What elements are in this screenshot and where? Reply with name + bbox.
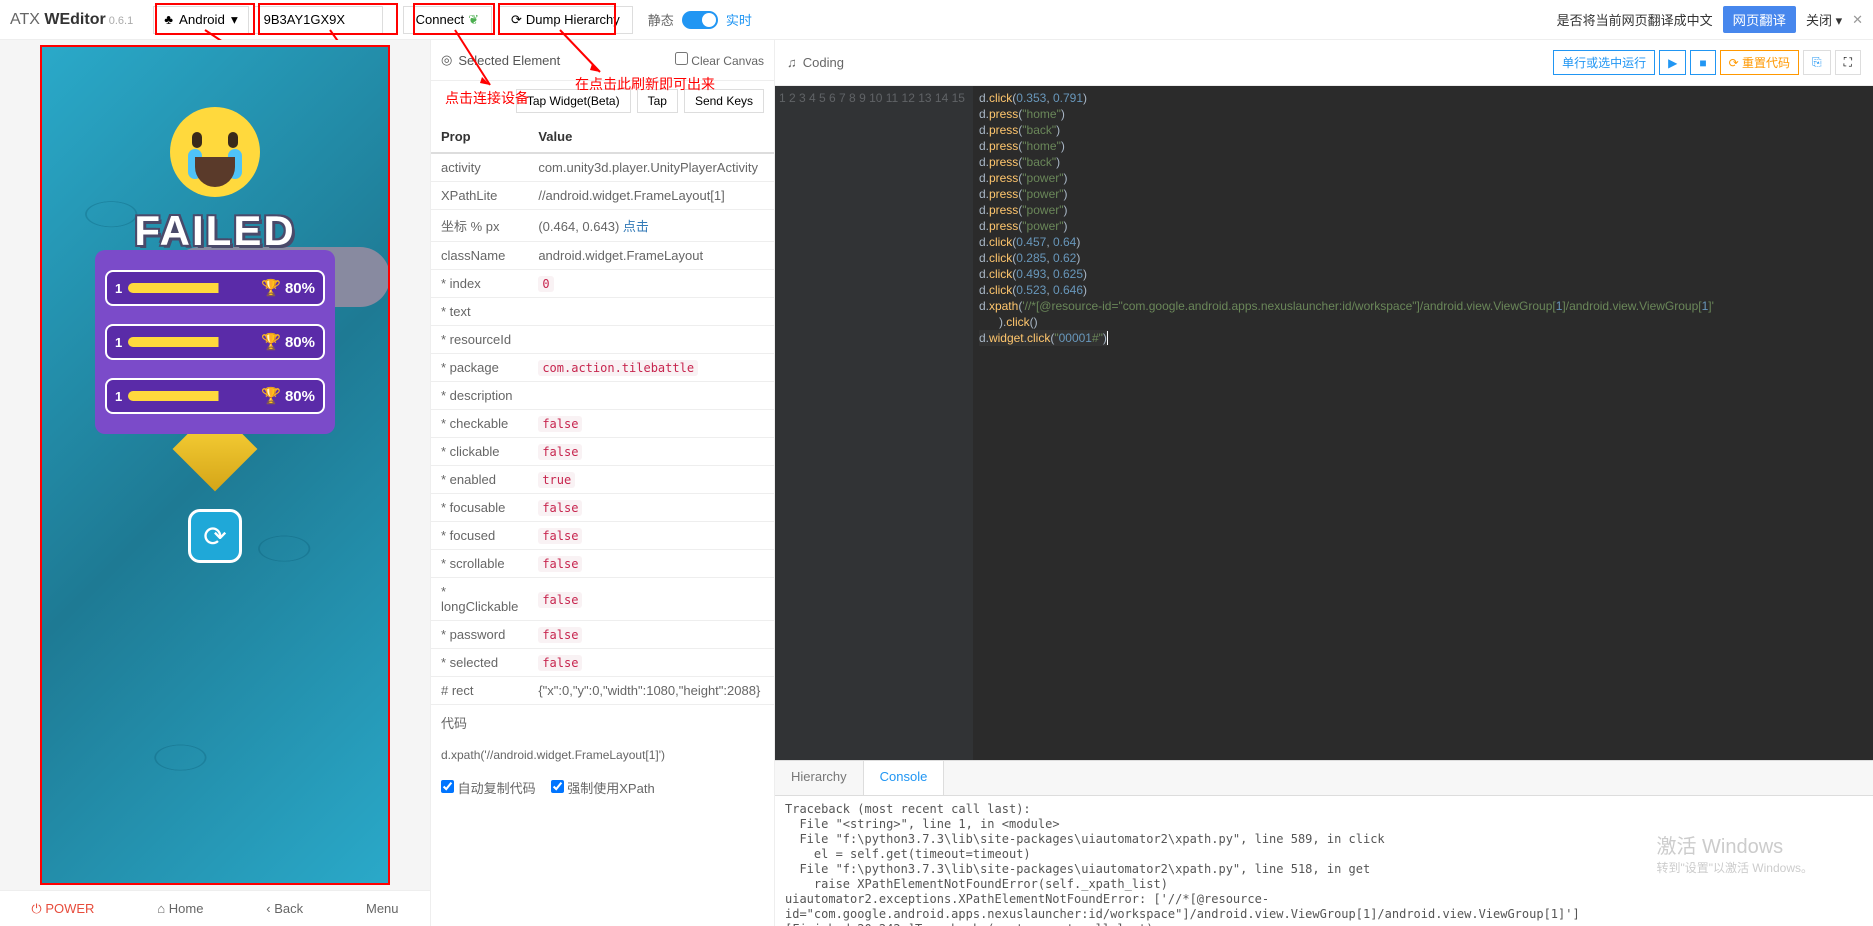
platform-dropdown[interactable]: ♣ Android ▾ — [153, 6, 248, 34]
table-row: * selectedfalse — [431, 649, 774, 677]
trophy-icon: 🏆 — [261, 278, 281, 298]
stop-button[interactable]: ■ — [1690, 50, 1715, 75]
table-row: classNameandroid.widget.FrameLayout — [431, 242, 774, 270]
tap-button[interactable]: Tap — [637, 89, 678, 113]
home-button[interactable]: ⌂ Home — [157, 901, 203, 916]
table-row: * enabledtrue — [431, 466, 774, 494]
element-inspector-panel: ◎ Selected Element Clear Canvas Tap Widge… — [430, 40, 775, 926]
run-selection-button[interactable]: 单行或选中运行 — [1553, 50, 1655, 75]
table-row: # rect{"x":0,"y":0,"width":1080,"height"… — [431, 677, 774, 705]
device-screen[interactable]: FAILED 1🏆80% 1🏆80% 1🏆80% ⟳ — [40, 45, 390, 885]
trophy-icon: 🏆 — [261, 332, 281, 352]
platform-label: Android — [179, 12, 225, 27]
close-icon[interactable]: ✕ — [1852, 12, 1863, 28]
score-row: 1🏆80% — [105, 378, 325, 414]
copy-button[interactable]: ⎘ — [1803, 50, 1831, 75]
table-row: * index0 — [431, 270, 774, 298]
refresh-icon: ⟳ — [511, 12, 522, 28]
send-keys-button[interactable]: Send Keys — [684, 89, 764, 113]
force-xpath-checkbox[interactable]: 强制使用XPath — [551, 778, 655, 797]
trophy-icon: 🏆 — [261, 386, 281, 406]
table-row: * focusedfalse — [431, 522, 774, 550]
app-logo: ATX WEditor 0.6.1 — [10, 11, 133, 29]
static-label: 静态 — [648, 10, 674, 29]
selected-element-title: Selected Element — [458, 53, 560, 68]
dump-hierarchy-button[interactable]: ⟳ Dump Hierarchy — [498, 6, 633, 34]
translate-question: 是否将当前网页翻译成中文 — [1557, 10, 1713, 29]
score-panel: 1🏆80% 1🏆80% 1🏆80% — [95, 250, 335, 434]
coding-title: Coding — [803, 55, 844, 70]
table-row: XPathLite//android.widget.FrameLayout[1] — [431, 182, 774, 210]
target-icon: ◎ — [441, 52, 452, 68]
serial-input[interactable] — [253, 6, 383, 34]
menu-button[interactable]: Menu — [366, 901, 399, 916]
realtime-toggle[interactable] — [682, 11, 718, 29]
table-row: * text — [431, 298, 774, 326]
coord-click-link[interactable]: 点击 — [623, 219, 649, 234]
chevron-down-icon: ▾ — [231, 12, 238, 28]
table-row: activitycom.unity3d.player.UnityPlayerAc… — [431, 153, 774, 182]
leaf-icon: ❦ — [468, 12, 479, 28]
table-row: * description — [431, 382, 774, 410]
translate-button[interactable]: 网页翻译 — [1723, 6, 1796, 33]
score-row: 1🏆80% — [105, 324, 325, 360]
close-translate[interactable]: 关闭 ▾ — [1806, 10, 1842, 29]
expand-button[interactable]: ⛶ — [1835, 50, 1861, 75]
table-row: * scrollablefalse — [431, 550, 774, 578]
table-row: * packagecom.action.tilebattle — [431, 354, 774, 382]
tab-hierarchy[interactable]: Hierarchy — [775, 761, 863, 795]
back-button[interactable]: ‹ Back — [266, 901, 303, 916]
device-nav-bar: ⏻ POWER ⌂ Home ‹ Back Menu — [0, 890, 430, 926]
power-button[interactable]: ⏻ POWER — [31, 901, 94, 917]
device-preview-panel: FAILED 1🏆80% 1🏆80% 1🏆80% ⟳ ⏻ POWER ⌂ Hom… — [0, 40, 430, 926]
run-button[interactable]: ▶ — [1659, 50, 1686, 75]
coding-panel: ♫ Coding 单行或选中运行 ▶ ■ ⟳ 重置代码 ⎘ ⛶ 1 2 3 4 5… — [775, 40, 1873, 926]
tab-console[interactable]: Console — [863, 761, 945, 795]
console-tabs: Hierarchy Console — [775, 760, 1873, 796]
code-editor[interactable]: 1 2 3 4 5 6 7 8 9 10 11 12 13 14 15 d.cl… — [775, 86, 1873, 760]
translate-bar: 是否将当前网页翻译成中文 网页翻译 关闭 ▾ ✕ — [1557, 6, 1863, 33]
reset-code-button[interactable]: ⟳ 重置代码 — [1720, 50, 1799, 75]
table-row: 坐标 % px(0.464, 0.643) 点击 — [431, 210, 774, 242]
connect-button[interactable]: Connect ❦ — [403, 6, 492, 34]
clear-canvas-checkbox[interactable]: Clear Canvas — [675, 52, 764, 68]
music-icon: ♫ — [787, 55, 797, 70]
realtime-label: 实时 — [726, 10, 752, 29]
code-label: 代码 — [431, 705, 774, 740]
reload-button[interactable]: ⟳ — [188, 509, 242, 563]
android-icon: ♣ — [164, 12, 173, 27]
score-row: 1🏆80% — [105, 270, 325, 306]
table-row: * focusablefalse — [431, 494, 774, 522]
table-row: * resourceId — [431, 326, 774, 354]
console-output[interactable]: Traceback (most recent call last): File … — [775, 796, 1873, 926]
properties-table: PropValue activitycom.unity3d.player.Uni… — [431, 121, 774, 705]
top-toolbar: ATX WEditor 0.6.1 ♣ Android ▾ Connect ❦ … — [0, 0, 1873, 40]
table-row: * longClickablefalse — [431, 578, 774, 621]
game-failed-text: FAILED — [134, 207, 295, 255]
auto-copy-checkbox[interactable]: 自动复制代码 — [441, 778, 536, 797]
xpath-code: d.xpath('//android.widget.FrameLayout[1]… — [431, 740, 774, 770]
table-row: * passwordfalse — [431, 621, 774, 649]
table-row: * checkablefalse — [431, 410, 774, 438]
reload-icon: ⟳ — [203, 520, 226, 553]
tap-widget-button[interactable]: Tap Widget(Beta) — [516, 89, 631, 113]
table-row: * clickablefalse — [431, 438, 774, 466]
